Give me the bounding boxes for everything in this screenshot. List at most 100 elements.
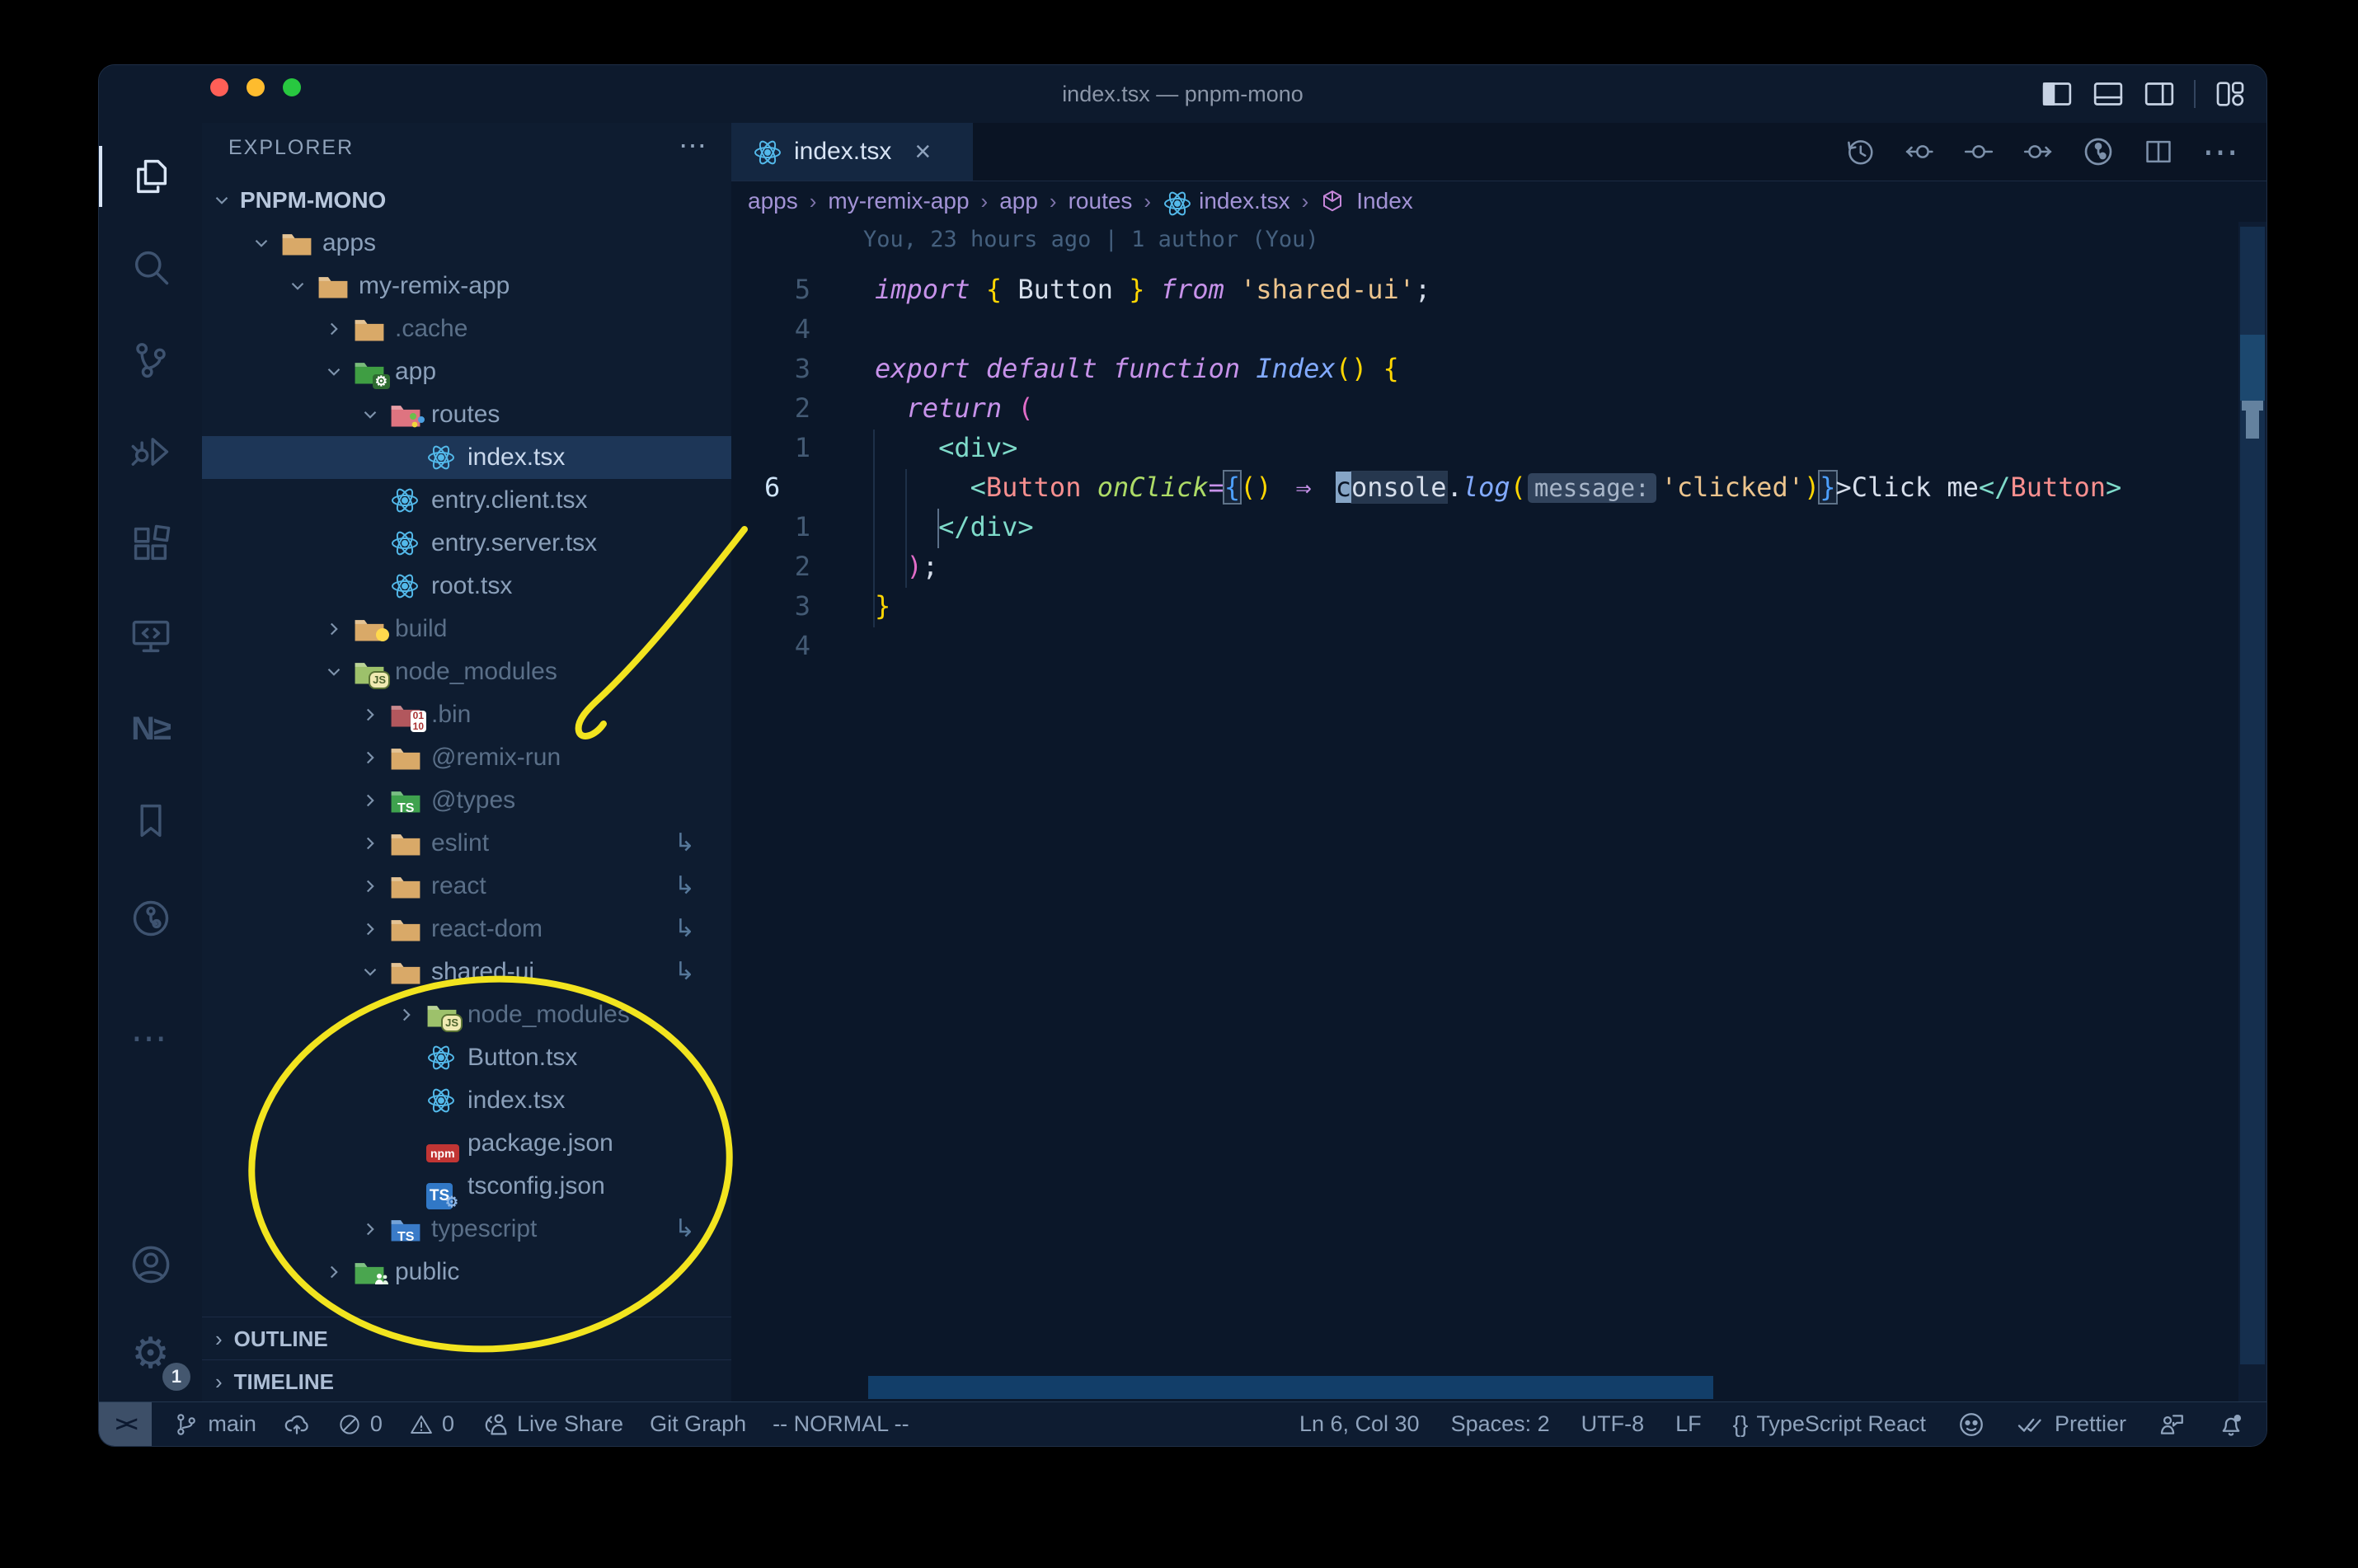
tree-item-apps[interactable]: apps: [202, 222, 731, 265]
chevron-down-icon: [283, 265, 312, 307]
tab-index-tsx[interactable]: index.tsx ×: [731, 123, 973, 181]
activity-nx-console-icon[interactable]: N≥: [99, 683, 202, 774]
tree-item-Button.tsx[interactable]: Button.tsx: [202, 1036, 731, 1079]
horizontal-scrollbar-thumb[interactable]: [868, 1376, 1713, 1399]
tree-item-label: apps: [322, 229, 377, 256]
code-token: 'shared-ui': [1240, 274, 1416, 305]
status-cloud-up[interactable]: [270, 1402, 324, 1446]
timeline-section[interactable]: › TIMELINE: [202, 1359, 731, 1403]
tree-item-root.tsx[interactable]: root.tsx: [202, 565, 731, 608]
line-number: 4: [794, 313, 810, 345]
customize-layout-icon[interactable]: [2214, 77, 2247, 110]
commit-left-icon[interactable]: [1904, 136, 1935, 167]
toggle-secondary-sidebar-icon[interactable]: [2143, 77, 2176, 110]
activity-source-control-icon[interactable]: [99, 314, 202, 405]
status-bell-dot[interactable]: [2217, 1402, 2245, 1446]
history-icon[interactable]: [1844, 136, 1876, 167]
breadcrumb-item-Index[interactable]: Index: [1356, 188, 1413, 214]
close-tab-icon[interactable]: ×: [914, 136, 931, 168]
activity-explorer-icon[interactable]: [99, 131, 202, 222]
folder-ts-icon: TS: [390, 1214, 421, 1244]
tree-item-tsconfig.json[interactable]: TS ⚙ tsconfig.json: [202, 1165, 731, 1210]
activity-remote-explorer-icon[interactable]: [99, 591, 202, 682]
tree-item-package.json[interactable]: npm package.json: [202, 1122, 731, 1165]
status-git-graph[interactable]: Git Graph: [636, 1402, 759, 1446]
symbol-module-icon: [1320, 189, 1345, 214]
feedback-icon: [2158, 1411, 2186, 1439]
breadcrumb-item-apps[interactable]: apps: [748, 188, 798, 214]
breadcrumb-item-index.tsx[interactable]: index.tsx: [1199, 188, 1290, 214]
status-ln-6-col-30[interactable]: Ln 6, Col 30: [1299, 1402, 1420, 1446]
tree-item-index.tsx[interactable]: index.tsx: [202, 1079, 731, 1122]
status--normal-[interactable]: -- NORMAL --: [759, 1402, 922, 1446]
outline-section[interactable]: › OUTLINE: [202, 1317, 731, 1360]
gitlens-graph-icon[interactable]: [2082, 135, 2115, 168]
status-live-share[interactable]: Live Share: [467, 1402, 636, 1446]
warning-icon: [409, 1412, 434, 1437]
status-prettier[interactable]: Prettier: [2017, 1402, 2126, 1446]
toggle-panel-icon[interactable]: [2092, 77, 2125, 110]
more-icon[interactable]: ⋯: [2202, 131, 2242, 173]
vscode-window: index.tsx — pnpm-mono N≥ ⋯ ⚙ 1 EXPLORER ⋯ P…: [98, 64, 2267, 1447]
status-octoface[interactable]: [1957, 1402, 1985, 1446]
status-0[interactable]: 0: [396, 1402, 467, 1446]
activity-run-debug-icon[interactable]: [99, 406, 202, 497]
tree-item-.bin[interactable]: 01 10 .bin: [202, 693, 731, 736]
commit-icon[interactable]: [1963, 136, 1994, 167]
folder-tan-icon: [317, 271, 349, 301]
split-editor-icon[interactable]: [2143, 136, 2174, 167]
status-spaces-2[interactable]: Spaces: 2: [1451, 1402, 1550, 1446]
status-typescript-react[interactable]: {} TypeScript React: [1733, 1402, 1926, 1446]
views-more-actions-icon[interactable]: ⋯: [679, 123, 707, 169]
tree-item-my-remix-app[interactable]: my-remix-app: [202, 265, 731, 307]
tree-item-node_modules[interactable]: JS node_modules: [202, 650, 731, 693]
status-0[interactable]: 0: [324, 1402, 396, 1446]
toggle-sidebar-icon[interactable]: [2041, 77, 2074, 110]
breadcrumb-item-my-remix-app[interactable]: my-remix-app: [828, 188, 969, 214]
activity-more-icon[interactable]: ⋯: [99, 993, 202, 1083]
title-bar[interactable]: index.tsx — pnpm-mono: [99, 65, 2266, 124]
activity-bookmarks-icon[interactable]: [99, 776, 202, 866]
status-main[interactable]: main: [160, 1402, 270, 1446]
activity-settings-icon[interactable]: ⚙ 1: [99, 1308, 202, 1399]
chevron-right-icon: [355, 736, 385, 779]
commit-right-icon[interactable]: [2022, 136, 2054, 167]
tree-item-eslint[interactable]: eslint ↳: [202, 822, 731, 865]
tree-item-react[interactable]: react ↳: [202, 865, 731, 908]
status-utf-8[interactable]: UTF-8: [1581, 1402, 1645, 1446]
status-lf[interactable]: LF: [1675, 1402, 1702, 1446]
activity-gitlens-icon[interactable]: [99, 873, 202, 964]
tree-item-react-dom[interactable]: react-dom ↳: [202, 908, 731, 951]
code-token: export: [875, 353, 970, 384]
tree-item-@remix-run[interactable]: @remix-run: [202, 736, 731, 779]
tree-root-folder[interactable]: PNPM-MONO: [202, 179, 731, 222]
tree-item-typescript[interactable]: TS typescript ↳: [202, 1208, 731, 1251]
activity-account-icon[interactable]: [99, 1219, 202, 1310]
status-feedback[interactable]: [2158, 1402, 2186, 1446]
tree-item-@types[interactable]: TS @types: [202, 779, 731, 822]
tree-item-public[interactable]: public: [202, 1251, 731, 1293]
code-token: Button: [985, 472, 1082, 503]
tree-item-routes[interactable]: routes: [202, 393, 731, 436]
tree-item-entry.client.tsx[interactable]: entry.client.tsx: [202, 479, 731, 522]
breadcrumb-item-app[interactable]: app: [999, 188, 1038, 214]
folder-tan-icon: [390, 871, 421, 901]
tree-item-index.tsx[interactable]: index.tsx: [202, 436, 731, 479]
octoface-icon: [1957, 1411, 1985, 1439]
status-remote[interactable]: ><: [99, 1402, 153, 1446]
tree-item-shared-ui[interactable]: shared-ui ↳: [202, 951, 731, 993]
breadcrumb-item-routes[interactable]: routes: [1069, 188, 1133, 214]
tree-item-.cache[interactable]: .cache: [202, 307, 731, 350]
tree-item-node_modules[interactable]: JS node_modules: [202, 993, 731, 1036]
tree-item-build[interactable]: build: [202, 608, 731, 650]
vertical-scrollbar[interactable]: [2238, 222, 2266, 1402]
tree-item-app[interactable]: ⚙ app: [202, 350, 731, 393]
activity-search-icon[interactable]: [99, 222, 202, 312]
activity-extensions-icon[interactable]: [99, 499, 202, 589]
tree-item-entry.server.tsx[interactable]: entry.server.tsx: [202, 522, 731, 565]
code-area[interactable]: You, 23 hours ago | 1 author (You) 5 impo…: [731, 222, 2234, 1402]
